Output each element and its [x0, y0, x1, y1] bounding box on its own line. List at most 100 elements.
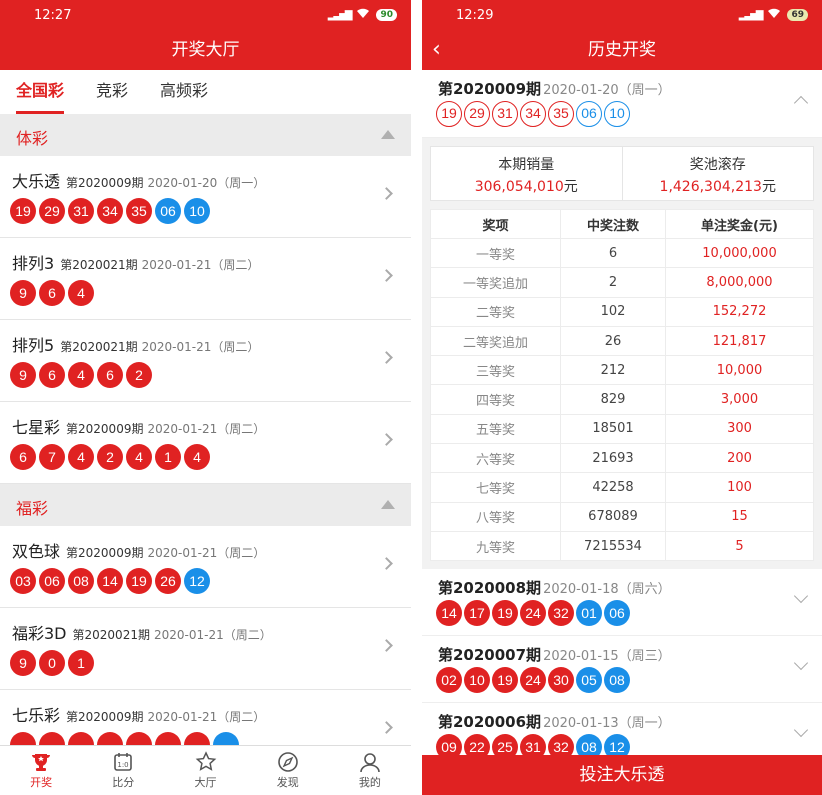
- red-ball: 4: [68, 444, 94, 470]
- prize-amount: 121,817: [665, 325, 814, 357]
- lottery-type-tabs: 全国彩 竞彩 高频彩: [0, 70, 411, 114]
- draw-balls: [10, 732, 239, 745]
- red-ball: 24: [520, 667, 546, 694]
- winner-count: 7215534: [560, 530, 666, 562]
- issue-date: 2020-01-20（周一）: [543, 83, 671, 98]
- lottery-item[interactable]: 福彩3D 第2020021期 2020-01-21（周二） 9 0 1: [0, 608, 411, 690]
- red-ball: 6: [39, 362, 65, 388]
- red-ball: 7: [39, 444, 65, 470]
- table-row: 二等奖 102 152,272: [430, 296, 814, 327]
- red-ball: [39, 732, 65, 745]
- red-ball: 17: [464, 600, 490, 627]
- prize-level: 四等奖: [430, 384, 561, 415]
- nav-item-2[interactable]: 大厅: [164, 746, 246, 795]
- chevron-right-icon[interactable]: [380, 639, 393, 652]
- table-row: 二等奖追加 26 121,817: [430, 325, 814, 357]
- nav-item-4[interactable]: 我的: [329, 746, 411, 795]
- unit-label: 元: [563, 179, 578, 195]
- nav-item-0[interactable]: 开奖: [0, 746, 82, 795]
- issue-card-current[interactable]: 第2020009期 2020-01-20（周一） 19 29 31 34 35 06 10: [422, 70, 822, 138]
- prize-amount: 8,000,000: [665, 267, 814, 298]
- lottery-item[interactable]: 七星彩 第2020009期 2020-01-21（周二） 6 7 4 2 4 1 4: [0, 402, 411, 484]
- lottery-name: 双色球: [12, 542, 61, 561]
- blue-ball: 12: [184, 568, 210, 594]
- unit-label: 元: [761, 179, 776, 195]
- page-title: 历史开奖: [588, 40, 656, 60]
- chevron-down-icon[interactable]: [793, 656, 809, 671]
- nav-label: 开奖: [30, 776, 53, 789]
- nav-label: 发现: [276, 776, 299, 789]
- nav-item-1[interactable]: 1:0 比分: [82, 746, 164, 795]
- collapse-triangle-icon[interactable]: [381, 130, 395, 139]
- status-time: 12:27: [34, 8, 72, 23]
- trophy-icon: [0, 751, 82, 773]
- issue-date: 2020-01-21（周二）: [141, 340, 260, 354]
- chevron-right-icon[interactable]: [380, 433, 393, 446]
- blue-ball: 10: [604, 101, 630, 127]
- sales-summary: 本期销量 306,054,010元 奖池滚存 1,426,304,213元: [430, 146, 814, 201]
- issue-date: 2020-01-21（周二）: [141, 258, 260, 272]
- draw-balls: 964: [10, 280, 94, 306]
- tab-2[interactable]: 高频彩: [160, 70, 208, 114]
- chevron-right-icon[interactable]: [380, 269, 393, 282]
- chevron-right-icon[interactable]: [380, 187, 393, 200]
- bet-button[interactable]: 投注大乐透: [422, 755, 822, 795]
- draw-balls: 09 22 25 31 32 08 12: [436, 734, 630, 755]
- section-label: 福彩: [16, 499, 49, 518]
- red-ball: 19: [436, 101, 462, 127]
- red-ball: 32: [548, 734, 574, 755]
- table-row: 三等奖 212 10,000: [430, 355, 814, 386]
- lottery-item[interactable]: 七乐彩 第2020009期 2020-01-21（周二）: [0, 690, 411, 745]
- prize-level: 一等奖: [430, 237, 561, 269]
- issue-card[interactable]: 第2020007期 2020-01-15（周三） 02 10 19 24 30 05 08: [422, 636, 822, 704]
- red-ball: [155, 732, 181, 745]
- chevron-down-icon[interactable]: [793, 723, 809, 738]
- lottery-item[interactable]: 大乐透 第2020009期 2020-01-20（周一） 19 29 31 34 35 06 10: [0, 156, 411, 238]
- red-ball: 31: [68, 198, 94, 224]
- lottery-item[interactable]: 双色球 第2020009期 2020-01-21（周二） 03 06 08 14 19 26 12: [0, 526, 411, 608]
- blue-ball: 06: [604, 600, 630, 627]
- nav-label: 比分: [112, 776, 135, 789]
- section-header[interactable]: 体彩: [0, 114, 411, 156]
- prize-amount: 152,272: [665, 296, 814, 327]
- tab-1[interactable]: 竞彩: [96, 70, 128, 114]
- blue-ball: 08: [604, 667, 630, 694]
- section-header[interactable]: 福彩: [0, 484, 411, 526]
- chevron-down-icon[interactable]: [793, 589, 809, 604]
- history-list[interactable]: 第2020009期 2020-01-20（周一） 19 29 31 34 35 06 10 本…: [422, 70, 822, 755]
- red-ball: 22: [464, 734, 490, 755]
- chevron-right-icon[interactable]: [380, 721, 393, 734]
- nav-item-3[interactable]: 发现: [247, 746, 329, 795]
- draw-balls: 19 29 31 34 35 06 10: [10, 198, 210, 224]
- red-ball: 29: [464, 101, 490, 127]
- red-ball: 2: [97, 444, 123, 470]
- red-ball: 6: [10, 444, 36, 470]
- winner-count: 829: [560, 384, 666, 415]
- blue-ball: 01: [576, 600, 602, 627]
- issue-card[interactable]: 第2020008期 2020-01-18（周六） 14 17 19 24 32 01 06: [422, 569, 822, 637]
- wifi-icon: [356, 8, 370, 22]
- chevron-right-icon[interactable]: [380, 557, 393, 570]
- lottery-item[interactable]: 排列3 第2020021期 2020-01-21（周二） 9 6 4: [0, 238, 411, 320]
- user-icon: [329, 751, 411, 773]
- wifi-icon: [767, 8, 781, 22]
- red-ball: 31: [492, 101, 518, 127]
- red-ball: 6: [39, 280, 65, 306]
- issue-number: 第2020006期: [438, 713, 542, 732]
- lottery-list[interactable]: 体彩 大乐透 第2020009期 2020-01-20（周一） 19 29 31 34 35 06…: [0, 114, 411, 745]
- back-arrow-icon[interactable]: ‹: [432, 30, 462, 70]
- tab-0[interactable]: 全国彩: [16, 70, 65, 114]
- issue-number: 第2020009期: [66, 422, 144, 436]
- prize-amount: 5: [665, 530, 814, 562]
- issue-card[interactable]: 第2020006期 2020-01-13（周一） 09 22 25 31 32 08 12: [422, 703, 822, 755]
- draw-balls: 901: [10, 650, 94, 676]
- issue-number: 第2020009期: [66, 176, 144, 190]
- collapse-triangle-icon[interactable]: [381, 500, 395, 509]
- lottery-item[interactable]: 排列5 第2020021期 2020-01-21（周二） 9 6 4 6 2: [0, 320, 411, 402]
- red-ball: 14: [436, 600, 462, 627]
- red-ball: 19: [492, 667, 518, 694]
- prize-amount: 10,000,000: [665, 237, 814, 269]
- chevron-right-icon[interactable]: [380, 351, 393, 364]
- chevron-up-icon[interactable]: [793, 95, 809, 111]
- red-ball: 9: [10, 280, 36, 306]
